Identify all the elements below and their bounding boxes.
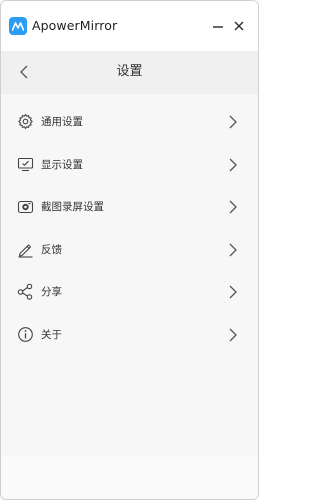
menu-item-label: 截图录屏设置	[41, 201, 104, 214]
chevron-right-icon	[229, 243, 237, 257]
camera-icon	[17, 201, 34, 214]
menu-item-label: 分享	[41, 286, 62, 299]
chevron-right-icon	[229, 285, 237, 299]
close-button[interactable]	[232, 18, 246, 32]
menu-item-label: 反馈	[41, 243, 62, 256]
menu-item-label: 通用设置	[41, 116, 83, 128]
pen-icon	[18, 244, 33, 258]
menu-item-share[interactable]: 分享	[1, 271, 258, 314]
menu-item-display-settings[interactable]: 显示设置	[1, 144, 258, 187]
chevron-right-icon	[229, 115, 237, 129]
menu-item-label: 显示设置	[41, 158, 83, 171]
bottom-bar	[1, 457, 258, 499]
minimize-button[interactable]	[211, 18, 225, 32]
share-icon	[17, 284, 33, 301]
apowermirror-logo-icon	[9, 17, 27, 35]
settings-menu: 通用设置 显示设置 截图录屏设置 反馈 分享 关于	[1, 101, 258, 357]
menu-item-feedback[interactable]: 反馈	[1, 229, 258, 272]
app-title: ApowerMirror	[32, 18, 118, 33]
chevron-right-icon	[229, 328, 237, 342]
menu-item-screenshot-recording-settings[interactable]: 截图录屏设置	[1, 186, 258, 229]
menu-item-label: 关于	[41, 328, 62, 341]
menu-item-about[interactable]: 关于	[1, 314, 258, 357]
monitor-icon	[17, 157, 34, 171]
info-icon	[18, 327, 33, 342]
gear-icon	[18, 113, 33, 130]
settings-header: 设置	[1, 51, 258, 94]
page-title: 设置	[116, 64, 143, 79]
title-bar: ApowerMirror	[1, 1, 258, 51]
chevron-right-icon	[229, 158, 237, 172]
close-icon	[234, 21, 244, 31]
menu-item-general-settings[interactable]: 通用设置	[1, 101, 258, 144]
minimize-icon	[213, 26, 223, 28]
app-window: ApowerMirror 设置 通用设置 显示设置 截图录屏设置 反馈 分享 关…	[0, 0, 259, 500]
chevron-right-icon	[229, 200, 237, 214]
